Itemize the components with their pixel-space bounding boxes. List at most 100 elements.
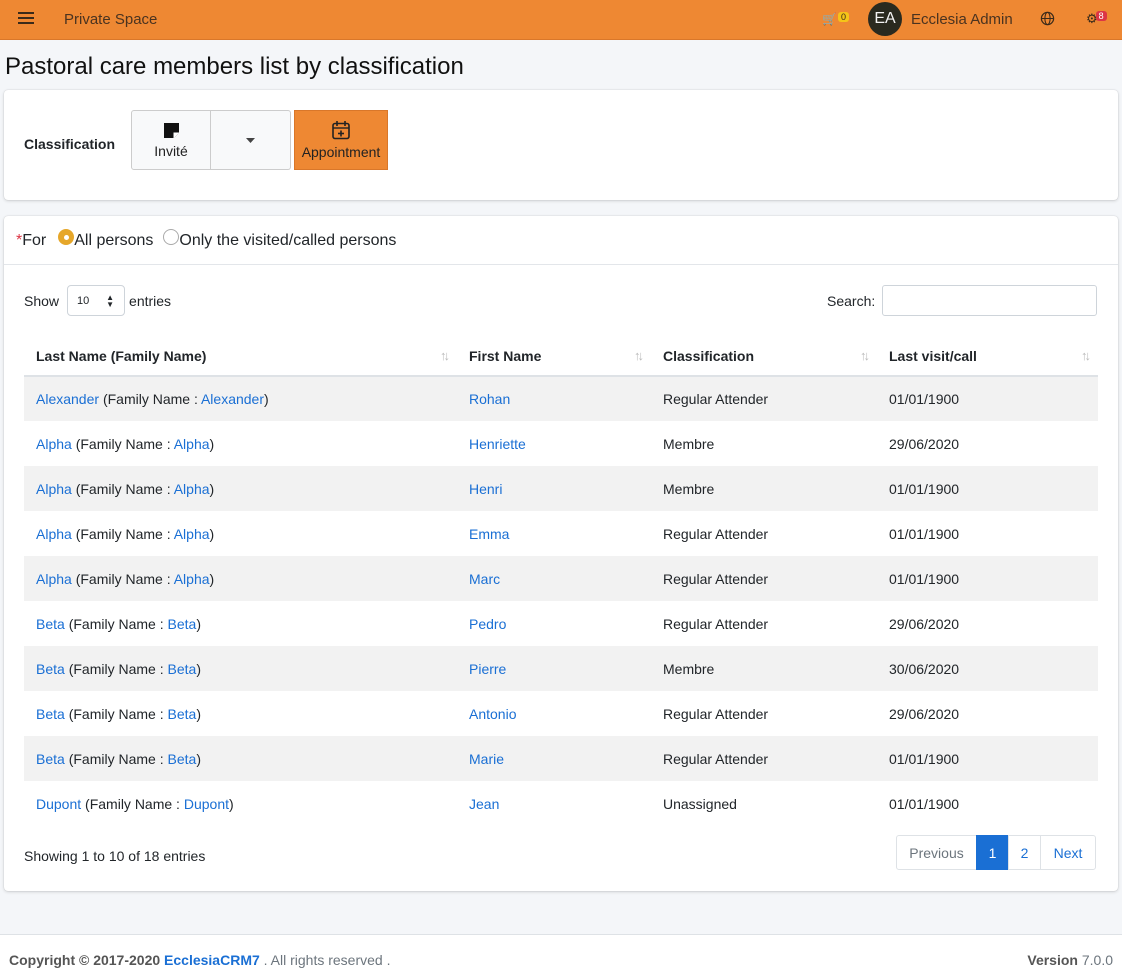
classification-dropdown-toggle[interactable]: [211, 110, 291, 170]
appointment-button[interactable]: Appointment: [294, 110, 388, 170]
appointment-label: Appointment: [301, 144, 381, 160]
family-suffix: ): [229, 795, 234, 812]
globe-icon[interactable]: [1040, 11, 1055, 26]
column-first-name[interactable]: First Name ↑↓: [457, 336, 651, 377]
person-last-name-link[interactable]: Alpha: [36, 526, 72, 542]
caret-down-icon: [246, 137, 255, 143]
family-suffix: ): [196, 615, 201, 632]
cell-first-name: Jean: [457, 781, 651, 826]
radio-all-persons[interactable]: [58, 229, 75, 245]
cart-button[interactable]: 🛒 0: [822, 12, 849, 26]
settings-button[interactable]: ⚙8: [1086, 11, 1107, 27]
cell-first-name: Antonio: [457, 691, 651, 736]
table-row: Dupont (Family Name : Dupont) Jean Unass…: [24, 781, 1098, 826]
cell-last-name: Alexander (Family Name : Alexander): [24, 376, 457, 421]
cell-last-name: Alpha (Family Name : Alpha): [24, 556, 457, 601]
search-label: Search:: [827, 292, 876, 309]
sort-icon: ↑↓: [634, 348, 644, 363]
cell-last-visit: 29/06/2020: [889, 615, 960, 632]
family-link[interactable]: Alpha: [174, 526, 210, 542]
person-last-name-link[interactable]: Alpha: [36, 436, 72, 452]
table-row: Beta (Family Name : Beta) Pierre Membre …: [24, 646, 1098, 691]
search-input[interactable]: [882, 285, 1098, 316]
family-link[interactable]: Beta: [168, 616, 197, 632]
user-name[interactable]: Ecclesia Admin: [911, 11, 1013, 28]
column-last-visit[interactable]: Last visit/call ↑↓: [877, 336, 1098, 377]
first-name-link[interactable]: Marie: [469, 751, 504, 767]
family-link[interactable]: Beta: [168, 661, 197, 677]
family-prefix: (Family Name :: [75, 435, 174, 452]
footer: Copyright © 2017-2020 EcclesiaCRM7 . All…: [0, 934, 1122, 972]
select-arrows-icon: ▲ ▼: [106, 293, 115, 309]
first-name-link[interactable]: Antonio: [469, 706, 516, 722]
for-label: For: [22, 232, 47, 249]
brand-title[interactable]: Private Space: [64, 11, 157, 28]
person-last-name-link[interactable]: Alpha: [36, 571, 72, 587]
footer-brand-link[interactable]: EcclesiaCRM7: [164, 952, 260, 968]
cell-classification: Membre: [651, 646, 877, 691]
first-name-link[interactable]: Henriette: [469, 436, 526, 452]
cell-classification: Membre: [651, 466, 877, 511]
page-length-select[interactable]: 10 ▲ ▼: [67, 285, 126, 316]
table-row: Beta (Family Name : Beta) Antonio Regula…: [24, 691, 1098, 736]
person-last-name-link[interactable]: Beta: [36, 661, 65, 677]
notification-badge: 8: [1095, 11, 1107, 21]
cell-classification: Regular Attender: [651, 556, 877, 601]
first-name-link[interactable]: Pierre: [469, 661, 506, 677]
page-title: Pastoral care members list by classifica…: [5, 53, 464, 80]
entries-label: entries: [129, 292, 172, 309]
first-name-link[interactable]: Jean: [469, 796, 499, 812]
person-last-name-link[interactable]: Beta: [36, 616, 65, 632]
classification-button[interactable]: Invité: [131, 110, 211, 170]
first-name-link[interactable]: Pedro: [469, 616, 506, 632]
pagination-previous[interactable]: Previous: [896, 835, 977, 870]
family-link[interactable]: Alpha: [174, 571, 210, 587]
family-link[interactable]: Beta: [168, 751, 197, 767]
cell-first-name: Marc: [457, 556, 651, 601]
column-label: Last visit/call: [889, 347, 977, 364]
person-last-name-link[interactable]: Beta: [36, 751, 65, 767]
menu-icon[interactable]: [18, 12, 34, 26]
classification-card: Classification Invité Appointment: [4, 90, 1118, 200]
table-row: Alpha (Family Name : Alpha) Henri Membre…: [24, 466, 1098, 511]
first-name-link[interactable]: Emma: [469, 526, 509, 542]
person-last-name-link[interactable]: Alpha: [36, 481, 72, 497]
top-navbar: Private Space 🛒 0 EA Ecclesia Admin ⚙8: [0, 0, 1122, 40]
table-row: Alpha (Family Name : Alpha) Marc Regular…: [24, 556, 1098, 601]
pagination-page-2[interactable]: 2: [1008, 835, 1041, 870]
footer-copyright: Copyright © 2017-2020 EcclesiaCRM7 . All…: [9, 952, 390, 968]
radio-visited-persons[interactable]: [163, 229, 180, 245]
sticky-note-icon: [163, 122, 179, 138]
cell-first-name: Emma: [457, 511, 651, 556]
family-link[interactable]: Alpha: [174, 436, 210, 452]
family-link[interactable]: Alpha: [174, 481, 210, 497]
first-name-link[interactable]: Rohan: [469, 391, 510, 407]
family-link[interactable]: Beta: [168, 706, 197, 722]
table-info: Showing 1 to 10 of 18 entries: [24, 848, 206, 864]
avatar[interactable]: EA: [868, 2, 902, 36]
first-name-link[interactable]: Marc: [469, 571, 500, 587]
pagination-page-1[interactable]: 1: [976, 835, 1009, 870]
column-last-name[interactable]: Last Name (Family Name) ↑↓: [24, 336, 457, 377]
person-last-name-link[interactable]: Beta: [36, 706, 65, 722]
family-link[interactable]: Alexander: [201, 391, 264, 407]
person-last-name-link[interactable]: Alexander: [36, 391, 99, 407]
radio-visited-persons-label[interactable]: Only the visited/called persons: [179, 232, 396, 250]
family-prefix: (Family Name :: [68, 750, 168, 767]
footer-version: Version 7.0.0: [1027, 952, 1113, 968]
first-name-link[interactable]: Henri: [469, 481, 502, 497]
family-link[interactable]: Dupont: [184, 796, 229, 812]
radio-all-persons-label[interactable]: All persons: [74, 232, 153, 250]
family-suffix: ): [196, 705, 201, 722]
sort-icon: ↑↓: [440, 348, 450, 363]
cell-classification: Regular Attender: [663, 705, 769, 722]
search-control: Search:: [827, 285, 1098, 316]
calendar-plus-icon: [332, 121, 350, 140]
cell-last-visit: 01/01/1900: [889, 525, 960, 542]
family-suffix: ): [209, 435, 215, 452]
cell-last-name: Dupont (Family Name : Dupont): [24, 781, 457, 826]
pagination-next[interactable]: Next: [1040, 835, 1096, 870]
person-last-name-link[interactable]: Dupont: [36, 796, 81, 812]
divider: [4, 264, 1118, 265]
column-classification[interactable]: Classification ↑↓: [651, 336, 877, 377]
